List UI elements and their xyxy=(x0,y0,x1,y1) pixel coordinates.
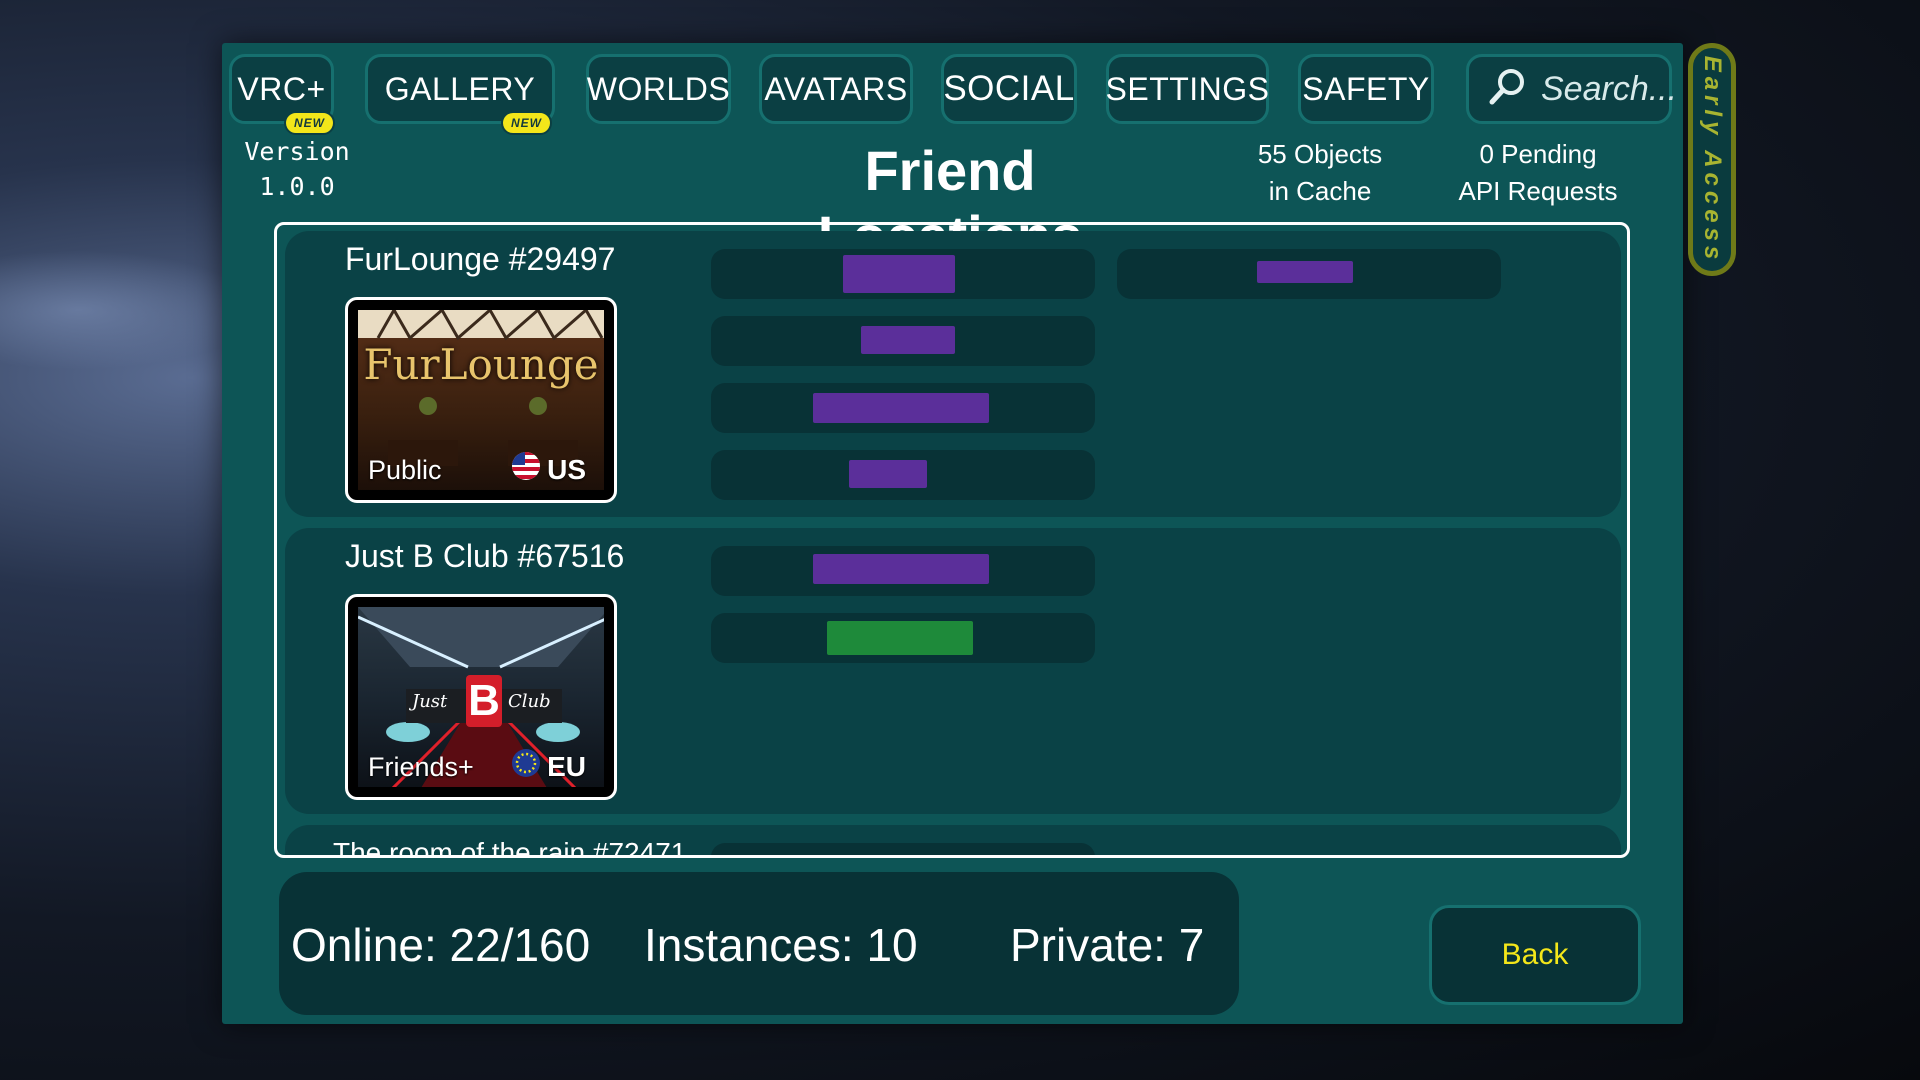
friend-slot[interactable] xyxy=(711,546,1095,596)
background-glow xyxy=(0,250,260,370)
us-flag-icon xyxy=(511,451,541,488)
region-label: US xyxy=(547,453,586,485)
world-thumbnail[interactable]: Just B Club Friends+ EU xyxy=(345,594,617,800)
search-placeholder: Search... xyxy=(1541,69,1678,108)
friend-name-redacted xyxy=(861,326,955,354)
eu-flag-icon xyxy=(511,748,541,785)
instance-card[interactable]: Just B Club #67516 Just B Club Friends+ … xyxy=(285,528,1621,814)
tab-safety-label: SAFETY xyxy=(1302,70,1430,107)
new-badge: NEW xyxy=(501,111,552,135)
tab-social[interactable]: SOCIAL xyxy=(941,54,1077,124)
friend-slot[interactable] xyxy=(711,843,1095,855)
cache-label: in Cache xyxy=(1268,176,1372,206)
instance-name: The room of the rain #72471 xyxy=(333,837,687,858)
version-info: Version 1.0.0 xyxy=(232,134,362,204)
online-count: Online: 22/160 xyxy=(291,919,591,971)
tab-worlds-label: WORLDS xyxy=(586,70,731,107)
instances-count: Instances: 10 xyxy=(644,919,918,971)
friend-name-redacted xyxy=(843,255,955,293)
cache-status: 55 Objects in Cache xyxy=(1250,136,1390,210)
tab-settings-label: SETTINGS xyxy=(1105,70,1270,107)
friend-name-redacted xyxy=(849,460,927,488)
friend-slot[interactable] xyxy=(711,316,1095,366)
friend-location-list[interactable]: FurLounge #29497 FurLounge Public US Jus… xyxy=(274,222,1630,858)
api-pending-count: 0 Pending xyxy=(1479,139,1597,169)
version-number: 1.0.0 xyxy=(259,172,335,201)
instance-region: US xyxy=(511,451,586,488)
instance-card[interactable]: FurLounge #29497 FurLounge Public US xyxy=(285,231,1621,517)
tab-settings[interactable]: SETTINGS xyxy=(1106,54,1269,124)
friend-name-redacted xyxy=(1257,261,1353,283)
friend-slot[interactable] xyxy=(711,450,1095,500)
friend-slot[interactable] xyxy=(711,613,1095,663)
friend-slot[interactable] xyxy=(1117,249,1501,299)
back-button-label: Back xyxy=(1501,938,1569,971)
search-icon xyxy=(1487,67,1527,112)
tab-gallery-label: GALLERY xyxy=(384,70,536,107)
tab-vrc-plus[interactable]: VRC+ NEW xyxy=(229,54,335,135)
early-access-tab[interactable]: Early Access xyxy=(1688,43,1736,276)
instance-region: EU xyxy=(511,748,586,785)
tab-gallery[interactable]: GALLERY NEW xyxy=(365,54,555,135)
world-logo-text: FurLounge xyxy=(363,340,599,389)
friend-slot[interactable] xyxy=(711,249,1095,299)
instance-card[interactable]: The room of the rain #72471 xyxy=(285,825,1621,858)
private-count: Private: 7 xyxy=(1010,919,1205,971)
world-logo-text-right: Club xyxy=(508,691,551,712)
tab-avatars[interactable]: AVATARS xyxy=(759,54,913,124)
back-button[interactable]: Back xyxy=(1429,905,1641,1005)
friend-name-redacted xyxy=(813,554,989,584)
api-label: API Requests xyxy=(1458,176,1618,206)
tab-social-label: SOCIAL xyxy=(943,69,1075,108)
friend-name-redacted xyxy=(813,393,989,423)
cache-count: 55 Objects xyxy=(1257,139,1383,169)
friend-name-redacted xyxy=(827,621,973,655)
version-label: Version xyxy=(244,137,350,166)
api-status: 0 Pending API Requests xyxy=(1456,136,1620,210)
instance-name: FurLounge #29497 xyxy=(345,241,616,277)
instance-name: Just B Club #67516 xyxy=(345,538,625,574)
instance-access-type: Public xyxy=(368,455,442,485)
new-badge: NEW xyxy=(284,111,335,135)
tab-avatars-label: AVATARS xyxy=(764,70,908,107)
search-field[interactable]: Search... xyxy=(1466,54,1677,124)
region-label: EU xyxy=(547,750,586,782)
friend-slot[interactable] xyxy=(711,383,1095,433)
world-logo-text-mid: B xyxy=(466,675,502,727)
world-logo-text-left: Just xyxy=(412,691,448,712)
tab-safety[interactable]: SAFETY xyxy=(1298,54,1434,124)
instance-access-type: Friends+ xyxy=(368,752,474,782)
early-access-label: Early Access xyxy=(1699,55,1726,264)
world-thumbnail[interactable]: FurLounge Public US xyxy=(345,297,617,503)
tab-worlds[interactable]: WORLDS xyxy=(586,54,731,124)
tab-vrc-plus-label: VRC+ xyxy=(237,70,326,107)
